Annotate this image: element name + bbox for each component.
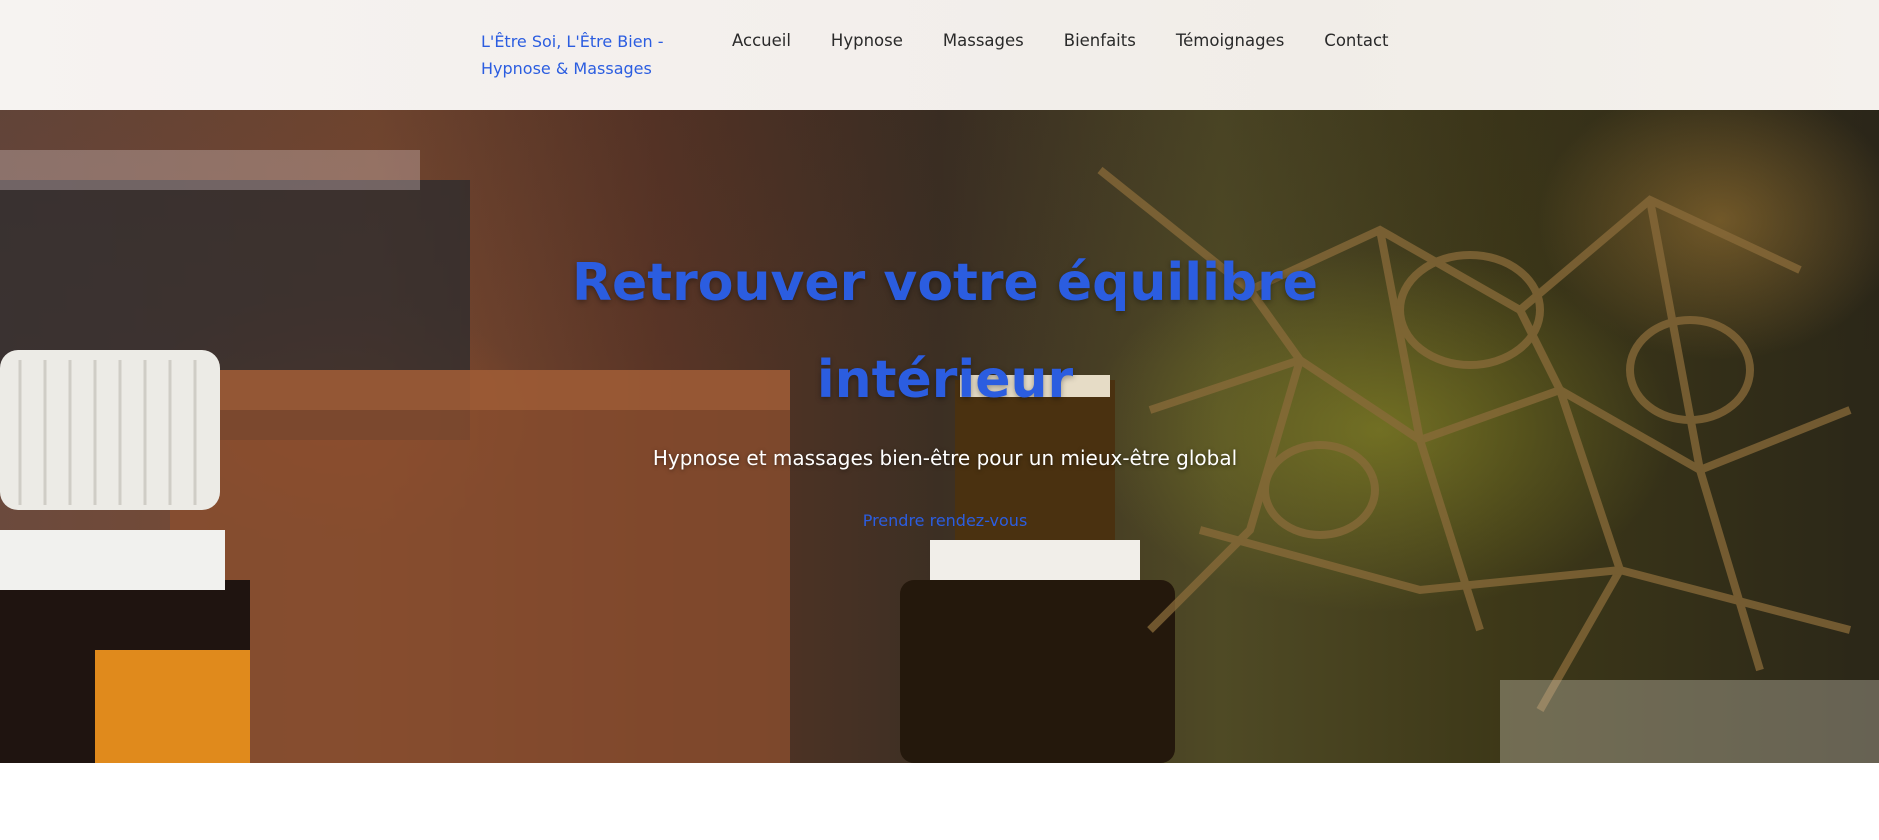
nav-item-massages[interactable]: Massages xyxy=(943,30,1024,52)
nav-item-accueil[interactable]: Accueil xyxy=(732,30,791,52)
nav-item-bienfaits[interactable]: Bienfaits xyxy=(1064,30,1136,52)
nav-item-temoignages[interactable]: Témoignages xyxy=(1176,30,1284,52)
page: L'Être Soi, L'Être Bien - Hypnose & Mass… xyxy=(0,0,1879,840)
nav-item-hypnose[interactable]: Hypnose xyxy=(831,30,903,52)
hero-section: Retrouver votre équilibre intérieur Hypn… xyxy=(0,110,1879,763)
brand-line-1: L'Être Soi, L'Être Bien - xyxy=(481,32,664,51)
book-appointment-link[interactable]: Prendre rendez-vous xyxy=(790,510,1100,532)
site-brand-link[interactable]: L'Être Soi, L'Être Bien - Hypnose & Mass… xyxy=(481,28,681,82)
brand-line-2: Hypnose & Massages xyxy=(481,59,652,78)
main-nav: Accueil Hypnose Massages Bienfaits Témoi… xyxy=(732,30,1389,52)
site-header: L'Être Soi, L'Être Bien - Hypnose & Mass… xyxy=(0,0,1879,110)
nav-item-contact[interactable]: Contact xyxy=(1324,30,1388,52)
hero-background-image xyxy=(0,150,1879,763)
hero-title: Retrouver votre équilibre intérieur xyxy=(571,253,1319,410)
hero-subtitle: Hypnose et massages bien-être pour un mi… xyxy=(652,446,1238,470)
